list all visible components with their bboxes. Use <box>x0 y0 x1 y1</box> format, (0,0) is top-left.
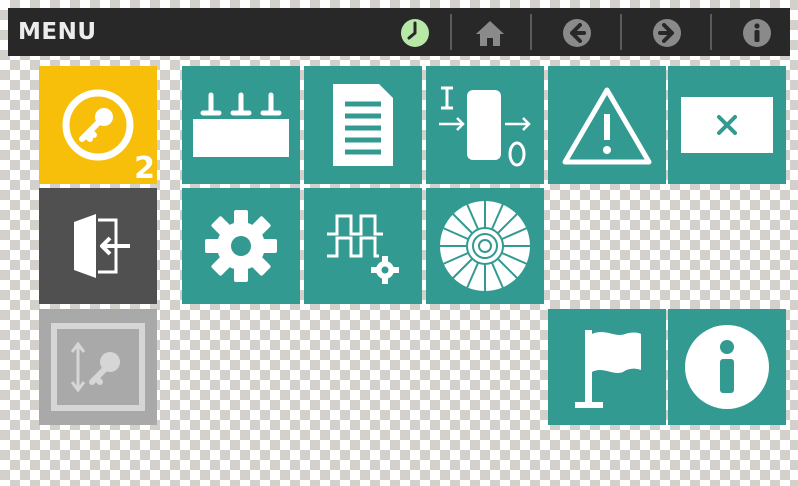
press-icon <box>189 89 293 161</box>
settings-tile[interactable] <box>182 188 300 304</box>
warning-tile[interactable] <box>548 66 666 184</box>
document-icon <box>331 82 395 168</box>
page-title: MENU <box>18 19 97 45</box>
info-icon[interactable] <box>742 18 772 48</box>
close-window-icon <box>679 95 775 155</box>
arrow-left-icon[interactable] <box>562 18 592 48</box>
key-access-tile[interactable]: 2 <box>39 66 157 186</box>
signal-settings-tile[interactable] <box>304 188 422 304</box>
key-resize-icon <box>48 322 148 412</box>
info-icon <box>683 323 771 411</box>
exit-door-icon <box>58 206 138 286</box>
clock-icon[interactable] <box>400 18 430 48</box>
toolbar-separator <box>710 14 712 50</box>
io-module-icon <box>437 80 533 170</box>
disc-icon <box>437 198 533 294</box>
close-window-tile[interactable] <box>668 66 786 184</box>
signal-settings-icon <box>323 206 403 286</box>
access-key-tile[interactable] <box>39 309 157 425</box>
toolbar-separator <box>450 14 452 50</box>
gear-icon <box>203 208 279 284</box>
press-tile[interactable] <box>182 66 300 184</box>
top-bar: MENU <box>8 8 790 56</box>
flag-icon <box>571 324 643 410</box>
access-level-badge: 2 <box>134 151 155 186</box>
io-module-tile[interactable] <box>426 66 544 184</box>
document-tile[interactable] <box>304 66 422 184</box>
key-icon <box>58 85 138 165</box>
disc-tile[interactable] <box>426 188 544 304</box>
flag-tile[interactable] <box>548 309 666 425</box>
warning-icon <box>561 84 653 166</box>
home-icon[interactable] <box>475 18 505 48</box>
toolbar-separator <box>530 14 532 50</box>
toolbar-separator <box>620 14 622 50</box>
arrow-right-icon[interactable] <box>652 18 682 48</box>
info-tile[interactable] <box>668 309 786 425</box>
exit-tile[interactable] <box>39 188 157 304</box>
